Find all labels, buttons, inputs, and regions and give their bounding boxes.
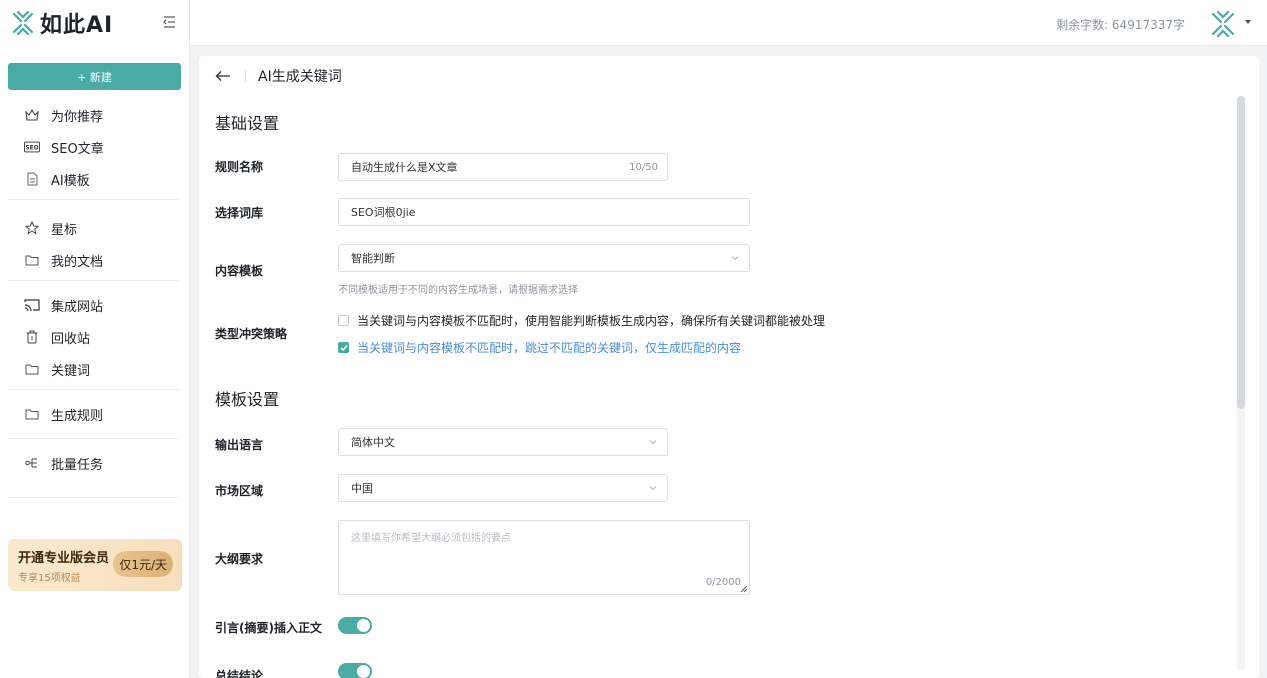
topbar: 剩余字数: 64917337字 — [190, 0, 1267, 46]
promo-button[interactable]: 仅1元/天 — [113, 551, 173, 577]
section-template-title: 模板设置 — [215, 390, 280, 409]
cast-icon — [24, 297, 40, 313]
folder-icon — [24, 252, 40, 268]
sidebar-item-label: 批量任务 — [51, 457, 104, 473]
content-template-value: 智能判断 — [351, 252, 395, 265]
nav-group-2: 星标 我的文档 — [8, 200, 181, 281]
quote-insert-toggle[interactable] — [338, 617, 372, 634]
sidebar: 如此AI + 新建 为你推荐 SEO SEO文章 AI模板 星标 我的文档 集成… — [0, 0, 190, 678]
quote-insert-label: 引言(摘要)插入正文 — [215, 621, 322, 635]
sidebar-item-label: 回收站 — [51, 331, 91, 347]
flow-icon — [24, 455, 40, 471]
word-quota: 剩余字数: 64917337字 — [1056, 18, 1185, 32]
market-select[interactable]: 中国 — [338, 474, 668, 502]
new-button[interactable]: + 新建 — [8, 63, 181, 90]
star-icon — [24, 220, 40, 236]
sidebar-item-batch[interactable]: 批量任务 — [8, 447, 181, 479]
check-icon — [340, 344, 348, 351]
sidebar-item-sites[interactable]: 集成网站 — [8, 289, 181, 321]
brand-name: 如此AI — [40, 13, 114, 38]
document-icon — [24, 171, 40, 187]
page-title: AI生成关键词 — [258, 69, 342, 85]
chevron-down-icon — [731, 256, 739, 261]
outline-placeholder: 这里填写你希望大纲必须包括的要点 — [351, 533, 511, 544]
avatar[interactable] — [1209, 10, 1237, 38]
outline-textarea[interactable]: 这里填写你希望大纲必须包括的要点 0/2000 — [338, 520, 750, 595]
trash-icon — [24, 329, 40, 345]
sidebar-item-label: 生成规则 — [51, 408, 104, 424]
language-select[interactable]: 简体中文 — [338, 428, 668, 456]
sidebar-item-label: AI模板 — [51, 173, 90, 189]
summary-toggle[interactable] — [338, 663, 372, 678]
lexicon-label: 选择词库 — [215, 206, 264, 220]
sidebar-item-keywords[interactable]: 关键词 — [8, 353, 181, 385]
conflict-label: 类型冲突策略 — [215, 327, 288, 341]
sidebar-item-label: 我的文档 — [51, 254, 104, 270]
checkbox[interactable] — [338, 315, 349, 326]
nav-group-4: 生成规则 — [8, 390, 181, 439]
resize-grip-icon[interactable] — [741, 586, 747, 592]
back-arrow-icon[interactable] — [215, 68, 231, 84]
sidebar-item-label: 关键词 — [51, 363, 91, 379]
chevron-down-icon[interactable] — [1245, 20, 1251, 24]
language-value: 简体中文 — [351, 436, 395, 449]
scrollbar-thumb[interactable] — [1237, 96, 1245, 409]
header-divider — [245, 70, 246, 82]
section-basic-title: 基础设置 — [215, 114, 280, 133]
chevron-down-icon — [649, 440, 657, 445]
crown-icon — [24, 107, 40, 123]
language-label: 输出语言 — [215, 438, 264, 452]
nav-group-5: 批量任务 — [8, 439, 181, 498]
content-template-label: 内容模板 — [215, 264, 264, 278]
conflict-option-text: 当关键词与内容模板不匹配时，使用智能判断模板生成内容，确保所有关键词都能被处理 — [357, 314, 826, 328]
market-value: 中国 — [351, 482, 373, 495]
conflict-option-skip[interactable]: 当关键词与内容模板不匹配时，跳过不匹配的关键词，仅生成匹配的内容 — [338, 339, 741, 356]
content-template-hint: 不同模板适用于不同的内容生成场景，请根据需求选择 — [338, 285, 578, 296]
rule-name-input[interactable]: 自动生成什么是X文章 10/50 — [338, 153, 668, 181]
collapse-sidebar-icon[interactable] — [161, 14, 177, 30]
checkbox-checked[interactable] — [338, 342, 349, 353]
chevron-down-icon — [649, 486, 657, 491]
sidebar-item-trash[interactable]: 回收站 — [8, 321, 181, 353]
seo-badge-icon: SEO — [24, 139, 40, 155]
sidebar-item-label: 为你推荐 — [51, 109, 104, 125]
sidebar-item-label: SEO文章 — [51, 141, 104, 157]
sidebar-item-label: 集成网站 — [51, 299, 104, 315]
rule-name-label: 规则名称 — [215, 160, 264, 174]
card-header: AI生成关键词 — [199, 56, 1259, 96]
rule-name-count: 10/50 — [629, 161, 658, 173]
scrollbar[interactable] — [1237, 96, 1245, 670]
nav-group-3: 集成网站 回收站 关键词 — [8, 281, 181, 390]
folder-icon — [24, 361, 40, 377]
conflict-option-smart[interactable]: 当关键词与内容模板不匹配时，使用智能判断模板生成内容，确保所有关键词都能被处理 — [338, 312, 825, 329]
sidebar-item-ai-template[interactable]: AI模板 — [8, 163, 181, 195]
sidebar-item-my-docs[interactable]: 我的文档 — [8, 244, 181, 276]
content-template-select[interactable]: 智能判断 — [338, 244, 750, 272]
folder-icon — [24, 406, 40, 422]
logo-icon — [12, 10, 34, 36]
logo[interactable]: 如此AI — [0, 0, 189, 46]
outline-label: 大纲要求 — [215, 552, 264, 566]
summary-label: 总结结论 — [215, 669, 264, 678]
sidebar-item-recommend[interactable]: 为你推荐 — [8, 99, 181, 131]
svg-text:SEO: SEO — [26, 145, 39, 151]
conflict-option-text: 当关键词与内容模板不匹配时，跳过不匹配的关键词，仅生成匹配的内容 — [357, 341, 742, 355]
rule-name-value: 自动生成什么是X文章 — [351, 161, 458, 174]
lexicon-value: SEO词根0jie — [351, 206, 416, 219]
sidebar-item-seo[interactable]: SEO SEO文章 — [8, 131, 181, 163]
vip-promo-banner[interactable]: 开通专业版会员 专享15项权益 仅1元/天 — [8, 539, 182, 591]
sidebar-item-label: 星标 — [51, 222, 78, 238]
lexicon-select[interactable]: SEO词根0jie — [338, 198, 750, 226]
market-label: 市场区域 — [215, 484, 264, 498]
sidebar-item-rules[interactable]: 生成规则 — [8, 398, 181, 430]
rule-form-card: AI生成关键词 基础设置 规则名称 自动生成什么是X文章 10/50 选择词库 … — [199, 56, 1259, 678]
nav-group-1: 为你推荐 SEO SEO文章 AI模板 — [8, 95, 181, 200]
sidebar-item-star[interactable]: 星标 — [8, 212, 181, 244]
outline-count: 0/2000 — [705, 577, 741, 588]
